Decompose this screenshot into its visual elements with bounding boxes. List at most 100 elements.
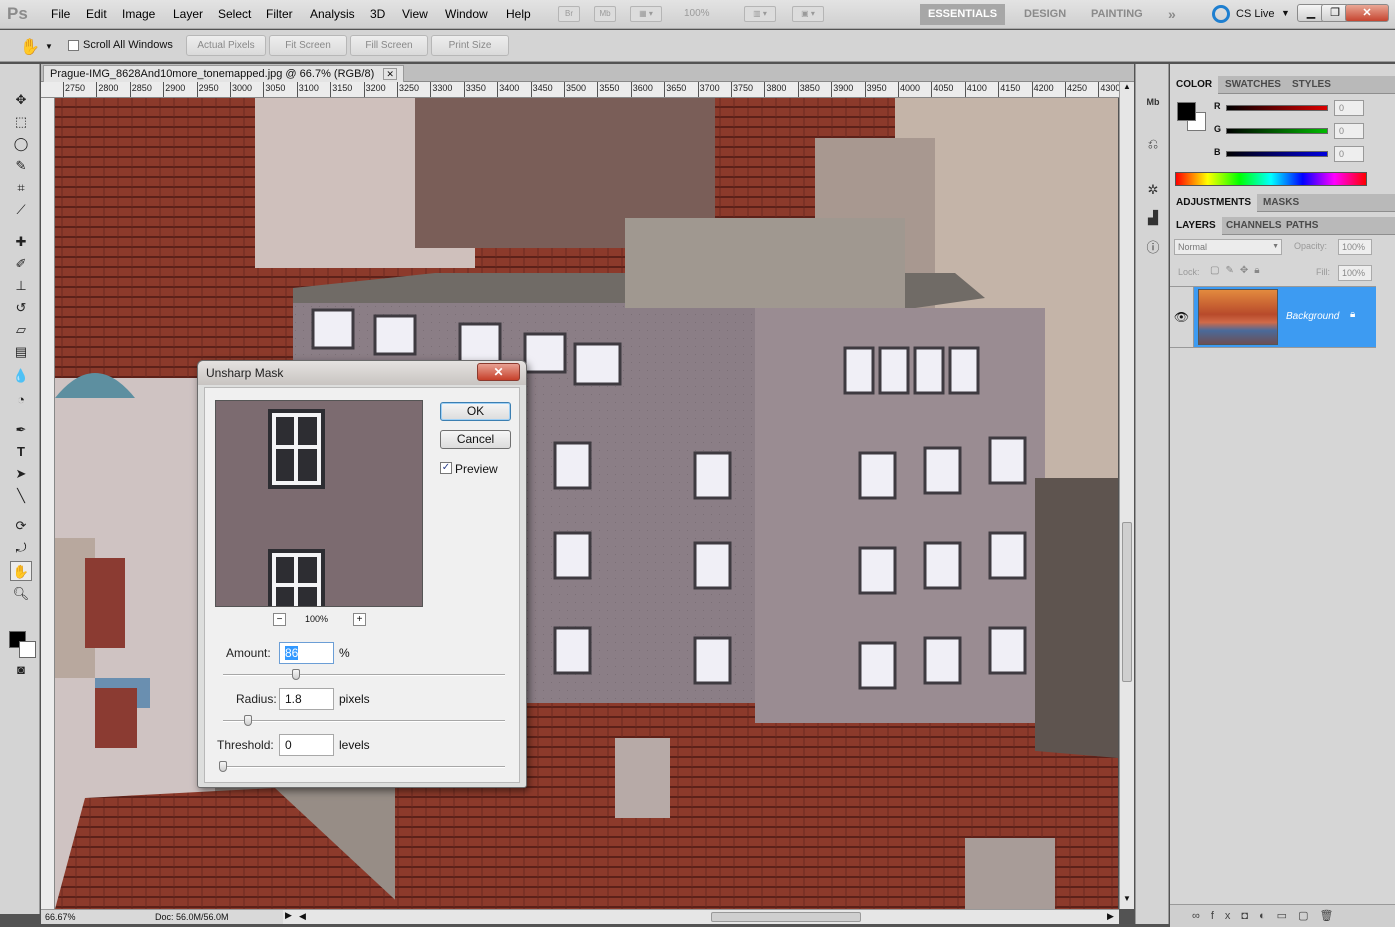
menu-select[interactable]: Select bbox=[218, 7, 251, 21]
filter-preview[interactable] bbox=[215, 400, 423, 607]
threshold-field[interactable]: 0 bbox=[279, 734, 334, 756]
histogram-panel-icon[interactable]: ▟ bbox=[1142, 208, 1164, 228]
more-workspaces-button[interactable]: » bbox=[1160, 4, 1184, 25]
layers-footer-icons[interactable]: ∞fx◘◐▭▢🗑︎ bbox=[1170, 904, 1395, 927]
menu-layer[interactable]: Layer bbox=[173, 7, 203, 21]
tool-preset-chevron-down-icon[interactable]: ▼ bbox=[45, 42, 53, 51]
layer-visibility-eye-icon[interactable]: 👁︎ bbox=[1170, 287, 1194, 347]
tab-adjustments[interactable]: ADJUSTMENTS bbox=[1170, 194, 1258, 212]
scroll-right-icon[interactable]: ▶ bbox=[1107, 911, 1114, 922]
arrange-documents-button[interactable]: ▥ ▾ bbox=[744, 6, 776, 22]
eyedropper-tool-icon[interactable]: ⟋ bbox=[10, 200, 32, 220]
menu-file[interactable]: File bbox=[51, 7, 70, 21]
cslive-icon[interactable] bbox=[1212, 5, 1230, 23]
view-extras-button[interactable]: ▦ ▾ bbox=[630, 6, 662, 22]
menu-edit[interactable]: Edit bbox=[86, 7, 107, 21]
layer-name[interactable]: Background bbox=[1286, 311, 1339, 322]
amount-slider-thumb[interactable] bbox=[292, 669, 301, 680]
tab-color[interactable]: COLOR bbox=[1170, 76, 1219, 94]
info-panel-icon[interactable]: ⓘ bbox=[1142, 238, 1164, 258]
amount-slider-track[interactable] bbox=[223, 674, 505, 676]
layer-row-background[interactable]: 👁︎ Background 🔒︎ bbox=[1170, 286, 1376, 348]
lock-icons[interactable]: ▢✎✥🔒︎ bbox=[1210, 265, 1266, 276]
marquee-tool-icon[interactable]: ⬚ bbox=[10, 112, 32, 132]
preview-zoom-in-button[interactable]: + bbox=[353, 613, 366, 626]
scroll-up-icon[interactable]: ▲ bbox=[1120, 82, 1134, 96]
blend-mode-select[interactable]: Normal ▼ bbox=[1174, 239, 1282, 255]
radius-field[interactable]: 1.8 bbox=[279, 688, 334, 710]
blue-channel-value[interactable]: 0 bbox=[1334, 146, 1364, 162]
menu-window[interactable]: Window bbox=[445, 7, 488, 21]
3d-rotate-tool-icon[interactable]: ⟳ bbox=[10, 516, 32, 536]
tab-layers[interactable]: LAYERS bbox=[1170, 217, 1222, 235]
green-channel-slider[interactable] bbox=[1226, 128, 1328, 134]
color-foreground-swatch[interactable] bbox=[1177, 102, 1196, 121]
hand-tool-preset-icon[interactable]: ✋ bbox=[20, 37, 40, 57]
document-tab[interactable]: Prague-IMG_8628And10more_tonemapped.jpg … bbox=[43, 65, 404, 82]
shape-tool-icon[interactable]: ╲ bbox=[10, 486, 32, 506]
preview-checkbox[interactable]: ✓ bbox=[440, 462, 452, 474]
blue-channel-slider[interactable] bbox=[1226, 151, 1328, 157]
cslive-chevron-down-icon[interactable]: ▼ bbox=[1281, 8, 1290, 18]
scroll-all-windows-checkbox[interactable] bbox=[68, 40, 79, 51]
close-window-button[interactable]: ✕ bbox=[1345, 4, 1389, 22]
minibridge-button[interactable]: Mb bbox=[594, 6, 616, 22]
opacity-field[interactable]: 100% bbox=[1338, 239, 1372, 255]
eraser-tool-icon[interactable]: ▱ bbox=[10, 320, 32, 340]
tab-styles[interactable]: STYLES bbox=[1286, 76, 1337, 94]
horizontal-scrollbar[interactable]: ▶ ◀ ▶ bbox=[283, 909, 1119, 924]
workspace-design[interactable]: DESIGN bbox=[1016, 4, 1074, 25]
crop-tool-icon[interactable]: ⌗ bbox=[10, 178, 32, 198]
spot-healing-tool-icon[interactable]: ✚ bbox=[10, 232, 32, 252]
print-size-button[interactable]: Print Size bbox=[431, 35, 509, 56]
dodge-tool-icon[interactable]: ◔ bbox=[10, 390, 32, 410]
hand-tool-icon[interactable]: ✋ bbox=[10, 561, 32, 581]
close-document-icon[interactable]: ✕ bbox=[383, 68, 397, 80]
navigator-panel-icon[interactable]: ✲ bbox=[1142, 180, 1164, 200]
screen-mode-button[interactable]: ▣ ▾ bbox=[792, 6, 824, 22]
tab-masks[interactable]: MASKS bbox=[1257, 194, 1305, 212]
vertical-scrollbar[interactable]: ▲ ▼ bbox=[1119, 82, 1134, 909]
bridge-button[interactable]: Br bbox=[558, 6, 580, 22]
pen-tool-icon[interactable]: ✒ bbox=[10, 420, 32, 440]
blur-tool-icon[interactable]: 💧 bbox=[10, 366, 32, 386]
workspace-painting[interactable]: PAINTING bbox=[1083, 4, 1151, 25]
quick-mask-icon[interactable]: ◙ bbox=[10, 660, 32, 680]
workspace-essentials[interactable]: ESSENTIALS bbox=[920, 4, 1006, 25]
preview-zoom-out-button[interactable]: − bbox=[273, 613, 286, 626]
fill-screen-button[interactable]: Fill Screen bbox=[350, 35, 428, 56]
color-spectrum-ramp[interactable] bbox=[1175, 172, 1367, 186]
quick-selection-tool-icon[interactable]: ✎ bbox=[10, 156, 32, 176]
history-panel-icon[interactable]: ⎌ bbox=[1142, 134, 1164, 154]
zoom-percentage[interactable]: 66.67% bbox=[45, 912, 76, 922]
3d-orbit-tool-icon[interactable]: ⤾ bbox=[10, 538, 32, 558]
ok-button[interactable]: OK bbox=[440, 402, 511, 421]
actual-pixels-button[interactable]: Actual Pixels bbox=[186, 35, 266, 56]
move-tool-icon[interactable]: ✥ bbox=[10, 90, 32, 110]
menu-image[interactable]: Image bbox=[122, 7, 155, 21]
green-channel-value[interactable]: 0 bbox=[1334, 123, 1364, 139]
path-selection-tool-icon[interactable]: ➤ bbox=[10, 464, 32, 484]
menu-help[interactable]: Help bbox=[506, 7, 531, 21]
threshold-slider-thumb[interactable] bbox=[219, 761, 227, 772]
brush-tool-icon[interactable]: ✐ bbox=[10, 254, 32, 274]
scroll-down-icon[interactable]: ▼ bbox=[1120, 894, 1134, 908]
fit-screen-button[interactable]: Fit Screen bbox=[269, 35, 347, 56]
menu-view[interactable]: View bbox=[402, 7, 428, 21]
gradient-tool-icon[interactable]: ▤ bbox=[10, 342, 32, 362]
menu-analysis[interactable]: Analysis bbox=[310, 7, 355, 21]
clone-stamp-tool-icon[interactable]: ⊥ bbox=[10, 276, 32, 296]
menu-filter[interactable]: Filter bbox=[266, 7, 293, 21]
vertical-scroll-thumb[interactable] bbox=[1122, 522, 1132, 682]
red-channel-slider[interactable] bbox=[1226, 105, 1328, 111]
amount-field[interactable]: 86 bbox=[279, 642, 334, 664]
menu-3d[interactable]: 3D bbox=[370, 7, 385, 21]
cancel-button[interactable]: Cancel bbox=[440, 430, 511, 449]
horizontal-scroll-thumb[interactable] bbox=[711, 912, 861, 922]
tab-swatches[interactable]: SWATCHES bbox=[1219, 76, 1287, 94]
minibridge-panel-icon[interactable]: Mb bbox=[1142, 92, 1164, 112]
red-channel-value[interactable]: 0 bbox=[1334, 100, 1364, 116]
tab-channels[interactable]: CHANNELS bbox=[1220, 217, 1288, 235]
type-tool-icon[interactable]: T bbox=[10, 442, 32, 462]
zoom-level-field[interactable]: 100% bbox=[684, 8, 710, 19]
